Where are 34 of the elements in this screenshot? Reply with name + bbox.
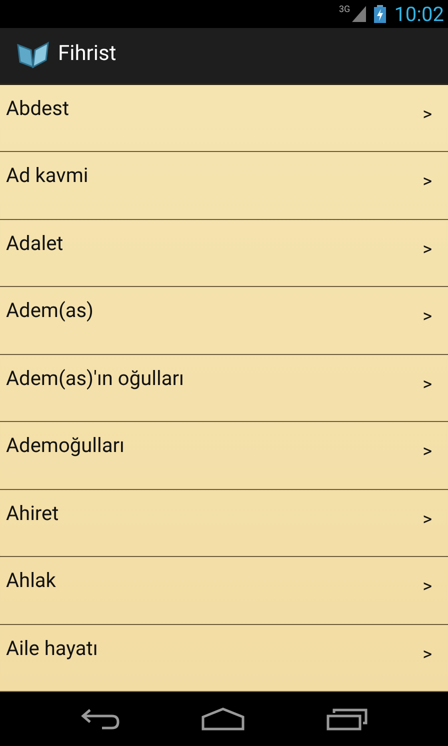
item-label: Ademoğulları bbox=[6, 432, 124, 459]
book-icon bbox=[16, 41, 50, 70]
chevron: > bbox=[422, 440, 432, 464]
list-item[interactable]: Ademoğulları > bbox=[0, 422, 448, 490]
item-label: Adalet bbox=[6, 230, 64, 256]
item-label: Ad kavmi bbox=[6, 162, 88, 189]
item-label: Aile hayatı bbox=[6, 634, 98, 662]
chevron: > bbox=[422, 238, 432, 262]
list-item[interactable]: Adem(as)'ın oğulları > bbox=[0, 354, 448, 422]
list-item[interactable]: Abdest > bbox=[0, 84, 448, 152]
recent-apps-icon[interactable] bbox=[326, 707, 368, 731]
home-icon[interactable] bbox=[200, 707, 245, 731]
list-item[interactable]: Adem(as) > bbox=[0, 287, 448, 354]
list-item[interactable]: Ahlak > bbox=[0, 557, 448, 624]
battery-icon bbox=[374, 4, 386, 23]
network-label: 3G bbox=[338, 6, 350, 15]
item-label: Ahiret bbox=[6, 500, 59, 526]
clock-time: 10:02 bbox=[394, 4, 444, 24]
back-icon[interactable] bbox=[80, 708, 120, 730]
item-label: Adem(as) bbox=[6, 297, 94, 324]
chevron: > bbox=[422, 170, 432, 194]
item-label: Adem(as)'ın oğulları bbox=[6, 364, 184, 392]
chevron: > bbox=[422, 372, 432, 396]
chevron: > bbox=[422, 305, 432, 329]
list-item[interactable]: Ad kavmi > bbox=[0, 152, 448, 220]
chevron: > bbox=[422, 642, 432, 666]
app-title: Fihrist bbox=[58, 41, 116, 68]
item-label: Ahlak bbox=[6, 567, 56, 594]
chevron: > bbox=[422, 102, 432, 126]
chevron: > bbox=[422, 508, 432, 532]
chevron: > bbox=[422, 575, 432, 599]
list-item[interactable]: Ahiret > bbox=[0, 490, 448, 557]
item-label: Abdest bbox=[6, 94, 70, 122]
list-item[interactable]: Adalet > bbox=[0, 220, 448, 287]
